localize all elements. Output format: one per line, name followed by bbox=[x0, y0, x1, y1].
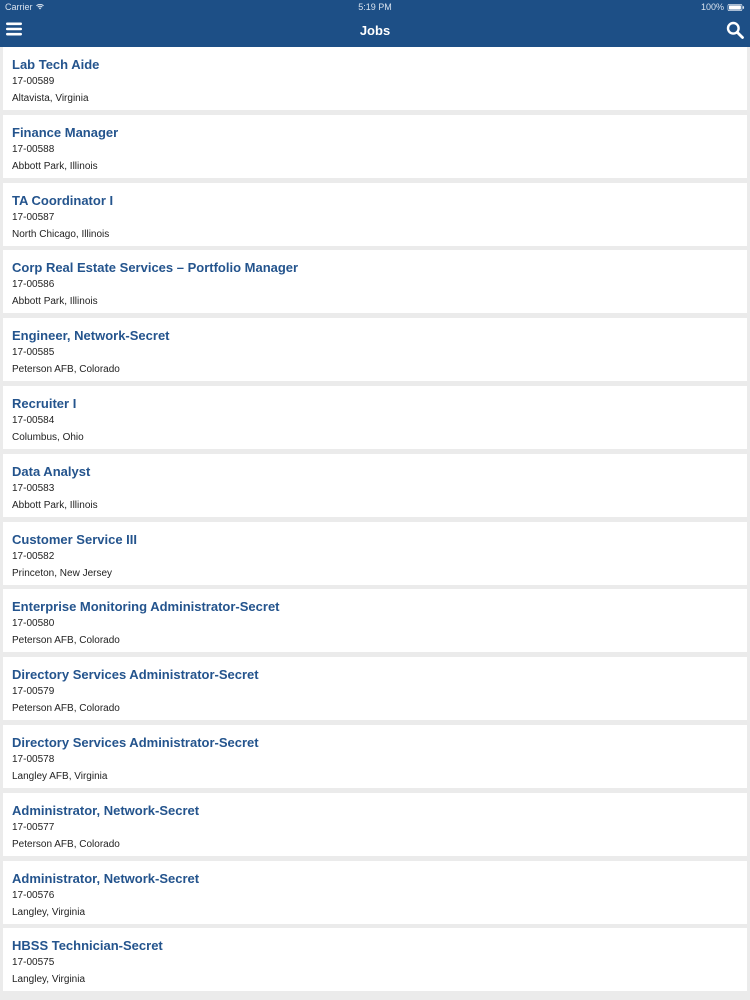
job-location: Columbus, Ohio bbox=[12, 431, 84, 443]
job-id: 17-00576 bbox=[12, 889, 55, 901]
battery-percent: 100% bbox=[700, 2, 724, 12]
navigation-bar: Jobs bbox=[0, 14, 750, 47]
job-location: Langley AFB, Virginia bbox=[12, 770, 108, 782]
job-title: HBSS Technician-Secret bbox=[12, 938, 163, 954]
job-list-item[interactable]: Engineer, Network-Secret 17-00585 Peters… bbox=[3, 318, 747, 382]
job-title: Administrator, Network-Secret bbox=[12, 802, 200, 818]
status-battery: 100% bbox=[701, 2, 745, 12]
job-title: Customer Service III bbox=[12, 531, 137, 547]
job-id: 17-00582 bbox=[12, 550, 55, 562]
app-header: Carrier 5:19 PM 100% Jobs bbox=[0, 0, 750, 47]
job-title: TA Coordinator I bbox=[12, 192, 114, 208]
job-list-item[interactable]: Customer Service III 17-00582 Princeton,… bbox=[3, 521, 747, 585]
job-list-item[interactable]: HBSS Technician-Secret 17-00575 Langley,… bbox=[3, 928, 747, 992]
job-id: 17-00586 bbox=[12, 279, 55, 291]
job-list-item[interactable]: Finance Manager 17-00588 Abbott Park, Il… bbox=[3, 114, 747, 178]
job-title: Lab Tech Aide bbox=[12, 57, 100, 72]
job-list-item[interactable]: Administrator, Network-Secret 17-00577 P… bbox=[3, 792, 747, 856]
job-location: Abbott Park, Illinois bbox=[12, 296, 98, 308]
job-id: 17-00580 bbox=[12, 618, 55, 630]
page-title: Jobs bbox=[359, 23, 391, 38]
job-title: Directory Services Administrator-Secret bbox=[12, 667, 259, 683]
job-location: Peterson AFB, Colorado bbox=[12, 838, 120, 850]
job-location: Altavista, Virginia bbox=[12, 93, 89, 104]
job-location: Peterson AFB, Colorado bbox=[12, 364, 120, 376]
job-id: 17-00577 bbox=[12, 821, 55, 833]
job-location: Abbott Park, Illinois bbox=[12, 160, 98, 172]
job-id: 17-00575 bbox=[12, 957, 55, 969]
job-location: Princeton, New Jersey bbox=[12, 567, 113, 579]
job-location: Peterson AFB, Colorado bbox=[12, 703, 120, 715]
job-list-item[interactable]: Corp Real Estate Services – Portfolio Ma… bbox=[3, 250, 747, 314]
job-list-item[interactable]: Recruiter I 17-00584 Columbus, Ohio bbox=[3, 385, 747, 449]
job-id: 17-00587 bbox=[12, 211, 55, 223]
job-list: Lab Tech Aide 17-00589 Altavista, Virgin… bbox=[0, 47, 750, 996]
status-bar: Carrier 5:19 PM 100% bbox=[0, 0, 750, 14]
job-list-item[interactable]: Enterprise Monitoring Administrator-Secr… bbox=[3, 589, 747, 653]
job-id: 17-00579 bbox=[12, 686, 55, 698]
job-location: Peterson AFB, Colorado bbox=[12, 635, 120, 647]
job-title: Data Analyst bbox=[12, 463, 91, 479]
job-title: Directory Services Administrator-Secret bbox=[12, 734, 259, 750]
job-list-item[interactable]: Directory Services Administrator-Secret … bbox=[3, 657, 747, 721]
job-list-item[interactable]: TA Coordinator I 17-00587 North Chicago,… bbox=[3, 182, 747, 246]
battery-icon bbox=[727, 3, 745, 11]
job-title: Administrator, Network-Secret bbox=[12, 870, 200, 886]
job-location: Langley, Virginia bbox=[12, 906, 86, 918]
search-icon[interactable] bbox=[726, 21, 744, 39]
job-id: 17-00588 bbox=[12, 143, 55, 155]
job-title: Finance Manager bbox=[12, 124, 119, 140]
job-id: 17-00589 bbox=[12, 76, 55, 87]
job-list-item[interactable]: Administrator, Network-Secret 17-00576 L… bbox=[3, 860, 747, 924]
job-id: 17-00583 bbox=[12, 482, 55, 494]
job-id: 17-00584 bbox=[12, 414, 55, 426]
job-id: 17-00578 bbox=[12, 753, 55, 765]
job-location: North Chicago, Illinois bbox=[12, 228, 110, 240]
job-title: Recruiter I bbox=[12, 395, 77, 411]
job-list-item[interactable]: Directory Services Administrator-Secret … bbox=[3, 724, 747, 788]
job-title: Engineer, Network-Secret bbox=[12, 328, 170, 344]
job-location: Abbott Park, Illinois bbox=[12, 499, 98, 511]
job-list-item[interactable]: Data Analyst 17-00583 Abbott Park, Illin… bbox=[3, 453, 747, 517]
job-location: Langley, Virginia bbox=[12, 974, 86, 986]
status-time: 5:19 PM bbox=[358, 2, 392, 12]
job-title: Corp Real Estate Services – Portfolio Ma… bbox=[12, 260, 299, 276]
job-title: Enterprise Monitoring Administrator-Secr… bbox=[12, 599, 280, 615]
job-list-item[interactable]: Lab Tech Aide 17-00589 Altavista, Virgin… bbox=[3, 47, 747, 110]
job-id: 17-00585 bbox=[12, 347, 55, 359]
